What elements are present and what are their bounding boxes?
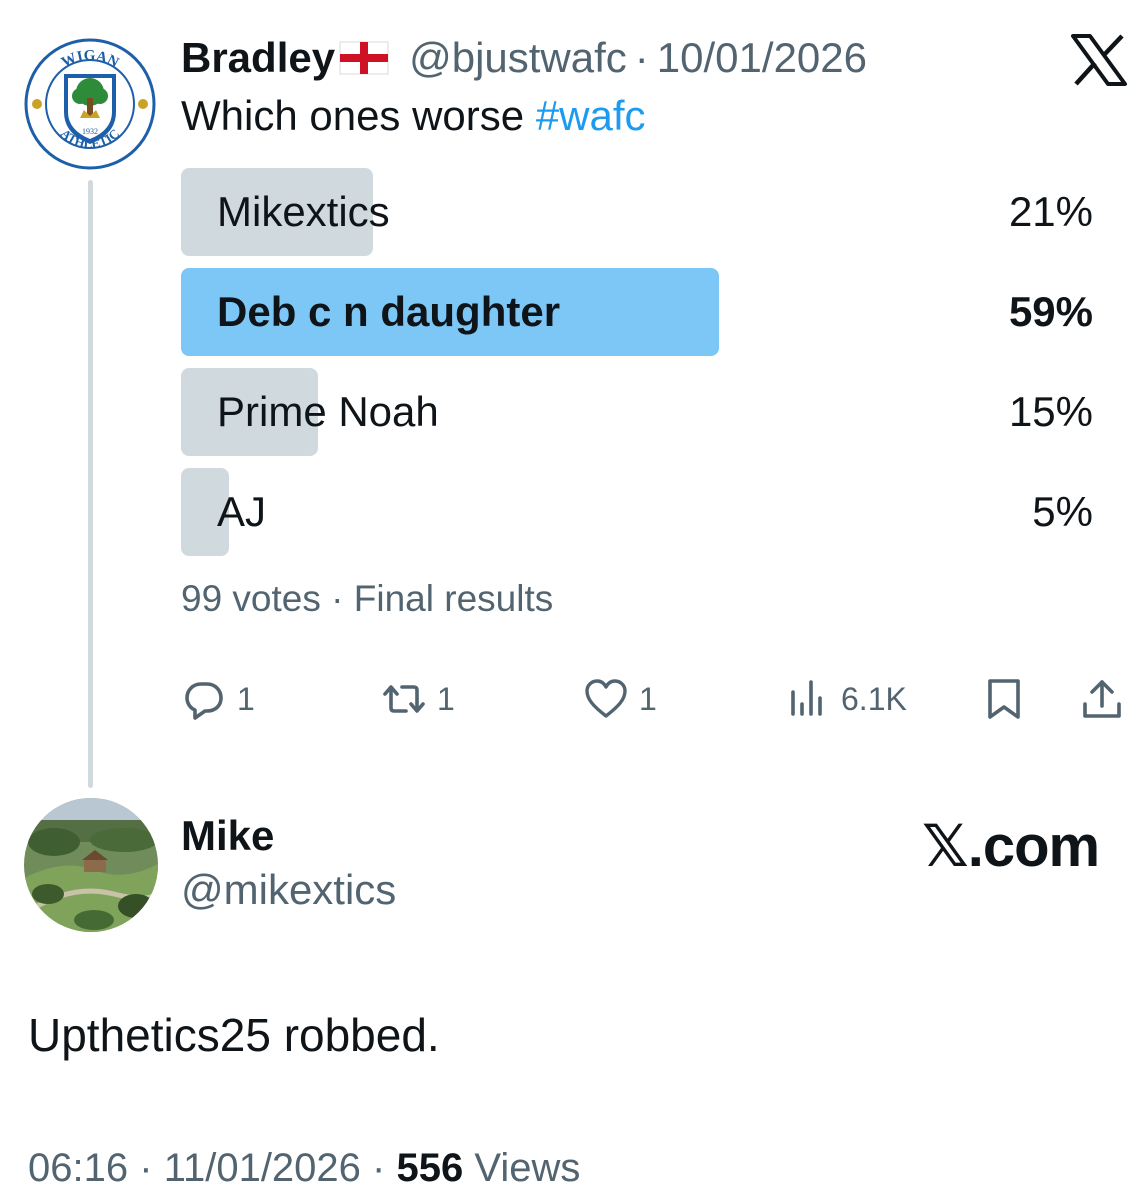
poll-separator: ·	[331, 578, 344, 619]
retweet-count: 1	[437, 680, 455, 717]
author-name[interactable]: Bradley	[181, 34, 335, 82]
poll-option[interactable]: Mikextics 21%	[181, 168, 1093, 256]
tweet-text-body: Which ones worse	[181, 92, 536, 139]
retweet-icon	[383, 685, 425, 713]
crest-year: 1932	[82, 127, 98, 136]
poll-option[interactable]: Prime Noah 15%	[181, 368, 1093, 456]
poll: Mikextics 21% Deb c n daughter 59% Prime…	[181, 168, 1093, 568]
poll-option-percent: 15%	[1008, 388, 1093, 435]
hashtag-link[interactable]: #wafc	[536, 92, 646, 139]
header-separator: ·	[634, 34, 649, 81]
x-logo-icon[interactable]	[1070, 34, 1128, 86]
author-avatar[interactable]: WIGAN ATHLETIC 1932	[24, 38, 156, 170]
reply-date[interactable]: 11/01/2026	[164, 1146, 361, 1190]
share-icon	[1083, 680, 1121, 718]
reply-footer: 06:16 · 11/01/2026 · 556 Views	[28, 1146, 580, 1191]
tweet-date[interactable]: 10/01/2026	[657, 34, 867, 82]
poll-meta: 99 votes · Final results	[181, 578, 553, 620]
poll-option-percent: 21%	[1008, 188, 1093, 235]
poll-status: Final results	[353, 578, 554, 619]
thread-line	[88, 180, 93, 788]
reply-author-handle[interactable]: @mikextics	[181, 866, 396, 914]
x-com-brand: 𝕏.com	[922, 814, 1100, 879]
author-handle[interactable]: @bjustwafc	[409, 34, 627, 82]
bookmark-icon	[988, 679, 1020, 719]
poll-votes: 99 votes	[181, 578, 321, 619]
heart-icon	[585, 679, 627, 718]
reply-time[interactable]: 06:16	[28, 1146, 128, 1190]
footer-separator: ·	[139, 1146, 153, 1190]
tweet-text: Which ones worse #wafc	[181, 90, 646, 142]
poll-option[interactable]: AJ 5%	[181, 468, 1093, 556]
retweet-button[interactable]: 1	[381, 666, 455, 732]
poll-option[interactable]: Deb c n daughter 59%	[181, 268, 1093, 356]
reply-views-count: 556	[396, 1146, 464, 1190]
reply-count: 1	[237, 680, 255, 717]
poll-option-percent: 5%	[1032, 488, 1093, 535]
views-icon	[791, 680, 822, 716]
england-flag-icon	[339, 41, 389, 75]
reply-icon	[185, 682, 223, 720]
poll-option-label: Deb c n daughter	[217, 288, 561, 335]
poll-option-label: Prime Noah	[217, 388, 439, 435]
park-photo-avatar	[24, 798, 158, 932]
action-bar: 1 1 1 6.1K	[181, 666, 1131, 732]
reply-author-name[interactable]: Mike	[181, 812, 274, 860]
footer-separator: ·	[372, 1146, 386, 1190]
share-button[interactable]	[1079, 666, 1125, 732]
reply-text: Upthetics25 robbed.	[28, 1009, 440, 1061]
wigan-athletic-crest: WIGAN ATHLETIC 1932	[24, 38, 156, 170]
poll-option-label: Mikextics	[217, 188, 390, 235]
reply-button[interactable]: 1	[181, 666, 255, 732]
like-button[interactable]: 1	[583, 666, 657, 732]
like-count: 1	[639, 680, 657, 717]
reply-author-avatar[interactable]	[24, 798, 158, 932]
bookmark-button[interactable]	[981, 666, 1027, 732]
poll-option-percent: 59%	[1008, 288, 1093, 335]
views-count: 6.1K	[841, 680, 907, 717]
poll-option-label: AJ	[217, 488, 267, 535]
views-button[interactable]: 6.1K	[785, 666, 907, 732]
reply-views-label: Views	[463, 1146, 581, 1190]
tweet-header: Bradley @bjustwafc · 10/01/2026	[181, 30, 867, 86]
